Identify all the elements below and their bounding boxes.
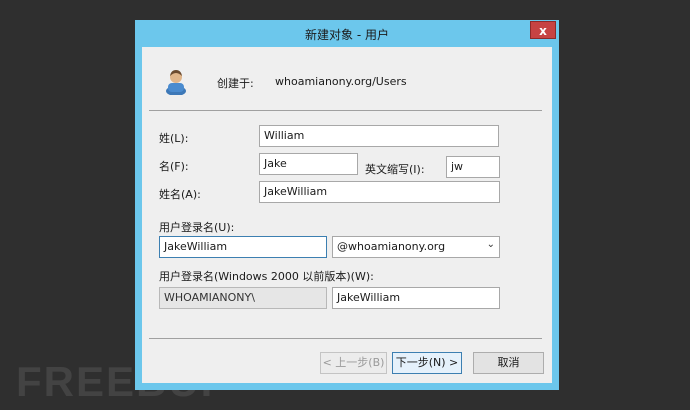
domain-suffix-value: @whoamianony.org (337, 240, 446, 253)
full-name-label: 姓名(A): (159, 188, 201, 201)
pre2000-domain-field: WHOAMIANONY\ (159, 287, 327, 309)
dialog-client-area: 创建于: whoamianony.org/Users 姓(L): William… (142, 47, 552, 383)
first-name-label: 名(F): (159, 160, 189, 173)
cancel-button[interactable]: 取消 (473, 352, 544, 374)
close-icon: x (539, 24, 547, 38)
full-name-input[interactable]: JakeWilliam (259, 181, 500, 203)
last-name-input[interactable]: William (259, 125, 499, 147)
footer-divider (149, 338, 542, 339)
first-name-input[interactable]: Jake (259, 153, 358, 175)
last-name-label: 姓(L): (159, 132, 189, 145)
initials-label: 英文缩写(I): (365, 163, 425, 176)
domain-suffix-select[interactable]: @whoamianony.org ⌄ (332, 236, 500, 258)
close-button[interactable]: x (530, 21, 556, 39)
pre2000-logon-input[interactable]: JakeWilliam (332, 287, 500, 309)
user-icon (166, 70, 186, 95)
initials-input[interactable]: jw (446, 156, 500, 178)
chevron-down-icon: ⌄ (486, 239, 495, 250)
logon-name-input[interactable]: JakeWilliam (159, 236, 327, 258)
created-in-value: whoamianony.org/Users (275, 75, 407, 88)
new-user-dialog: 新建对象 - 用户 x 创建于: whoamianony.org/Users 姓… (135, 20, 559, 390)
created-in-label: 创建于: (217, 77, 254, 90)
title-bar[interactable]: 新建对象 - 用户 x (135, 20, 559, 47)
next-button[interactable]: 下一步(N) > (392, 352, 462, 374)
window-title: 新建对象 - 用户 (305, 28, 389, 42)
logon-name-label: 用户登录名(U): (159, 221, 235, 234)
header-divider (149, 110, 542, 111)
back-button[interactable]: < 上一步(B) (320, 352, 387, 374)
pre2000-logon-label: 用户登录名(Windows 2000 以前版本)(W): (159, 270, 374, 283)
